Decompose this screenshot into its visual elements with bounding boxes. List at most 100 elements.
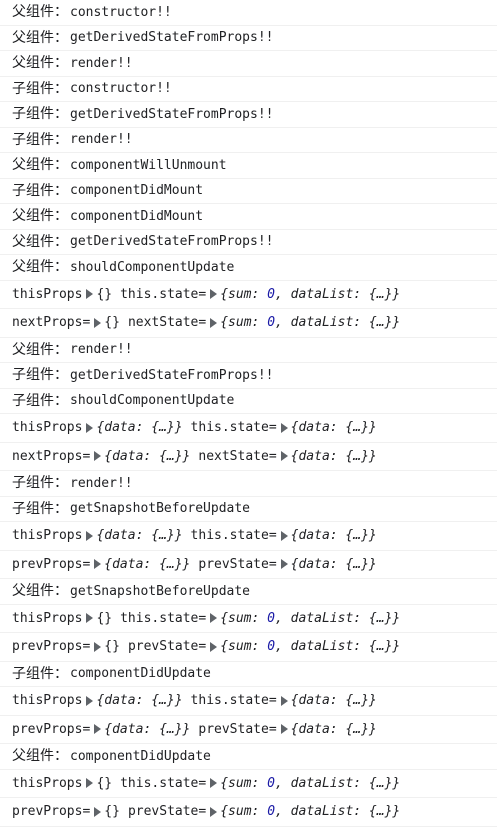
expand-triangle-icon[interactable] (280, 559, 288, 570)
log-message: getDerivedStateFromProps!! (70, 367, 274, 383)
object-preview[interactable]: {sum: 0, dataList: {…}} (220, 640, 400, 653)
console-log-line: 子组件： getDerivedStateFromProps!! (0, 363, 497, 389)
expand-triangle-icon[interactable] (280, 530, 288, 541)
expand-triangle-icon[interactable] (280, 422, 288, 433)
log-prefix: 父组件： (12, 748, 68, 765)
expand-triangle-icon[interactable] (94, 806, 102, 817)
log-prefix: 子组件： (12, 367, 68, 384)
console-log-line: 父组件： getDerivedStateFromProps!! (0, 230, 497, 255)
number-value: 0 (267, 286, 275, 302)
log-label: this.state= (120, 775, 207, 791)
log-label: prevState= (198, 556, 277, 572)
console-log-line: 子组件： render!! (0, 471, 497, 497)
object-preview[interactable]: {} (104, 640, 120, 653)
expand-triangle-icon[interactable] (94, 724, 102, 735)
object-preview[interactable]: {} (96, 612, 112, 625)
log-label: thisProps (12, 693, 83, 709)
log-label: prevProps= (12, 721, 91, 737)
object-preview[interactable]: {data: {…}} (291, 694, 377, 707)
log-label: prevState= (127, 639, 207, 655)
expand-triangle-icon[interactable] (210, 289, 218, 300)
object-preview[interactable]: {sum: 0, dataList: {…}} (220, 316, 400, 329)
log-message: render!! (70, 475, 133, 491)
expand-triangle-icon[interactable] (210, 778, 218, 789)
expand-triangle-icon[interactable] (94, 559, 102, 570)
console-log-line: 父组件： componentWillUnmount (0, 153, 497, 179)
console-log-line: 父组件： componentDidUpdate (0, 744, 497, 770)
log-label: prevProps= (12, 639, 91, 655)
object-preview[interactable]: {data: {…}} (104, 723, 190, 736)
object-preview[interactable]: {sum: 0, dataList: {…}} (220, 288, 400, 301)
object-preview[interactable]: {} (104, 805, 120, 818)
object-preview[interactable]: {data: {…}} (291, 558, 377, 571)
expand-triangle-icon[interactable] (86, 530, 94, 541)
log-prefix: 父组件： (12, 208, 68, 225)
log-label: prevState= (198, 721, 277, 737)
expand-triangle-icon[interactable] (86, 422, 94, 433)
expand-triangle-icon[interactable] (86, 613, 94, 624)
console-log-line: 父组件： getSnapshotBeforeUpdate (0, 579, 497, 605)
log-message: render!! (70, 342, 133, 358)
number-value: 0 (267, 315, 276, 331)
log-message: constructor!! (70, 81, 172, 97)
expand-triangle-icon[interactable] (94, 451, 102, 462)
expand-triangle-icon[interactable] (210, 317, 218, 328)
log-message: getSnapshotBeforeUpdate (70, 501, 251, 517)
log-prefix: 父组件： (12, 341, 68, 358)
console-log-line: 子组件： componentDidUpdate (0, 662, 497, 687)
object-preview[interactable]: {} (104, 316, 120, 329)
console-log-line: nextProps= {data: {…}} nextState= {data: {…… (0, 443, 497, 471)
console-log-line: 父组件： componentDidMount (0, 204, 497, 230)
object-preview[interactable]: {sum: 0, dataList: {…}} (220, 777, 400, 790)
object-preview[interactable]: {data: {…}} (96, 529, 182, 542)
number-value: 0 (267, 804, 276, 820)
log-label: thisProps (12, 528, 83, 544)
log-prefix: 子组件： (12, 500, 68, 517)
expand-triangle-icon[interactable] (280, 695, 288, 706)
console-log-line: prevProps= {} prevState= {sum: 0, dataList:… (0, 798, 497, 827)
console-log-line: prevProps= {data: {…}} prevState= {data: {…… (0, 551, 497, 579)
devtools-console: 父组件： constructor!! 父组件： getDerivedStateFrom… (0, 0, 497, 827)
number-value: 0 (267, 639, 276, 655)
object-preview[interactable]: {data: {…}} (291, 723, 377, 736)
object-preview[interactable]: {sum: 0, dataList: {…}} (220, 612, 400, 625)
expand-triangle-icon[interactable] (86, 695, 94, 706)
expand-triangle-icon[interactable] (86, 778, 94, 789)
console-log-line: 父组件： render!! (0, 51, 497, 77)
log-prefix: 子组件： (12, 131, 68, 148)
log-message: render!! (70, 55, 133, 71)
object-preview[interactable]: {data: {…}} (291, 450, 377, 463)
log-prefix: 父组件： (12, 233, 68, 250)
object-preview[interactable]: {data: {…}} (291, 421, 377, 434)
object-preview[interactable]: {} (96, 777, 112, 790)
object-preview[interactable]: {} (96, 288, 112, 301)
object-preview[interactable]: {data: {…}} (96, 421, 182, 434)
object-preview[interactable]: {data: {…}} (104, 558, 190, 571)
log-message: componentDidUpdate (70, 666, 211, 682)
log-message: getDerivedStateFromProps!! (70, 234, 274, 250)
console-log-line: thisProps {} this.state= {sum: 0, dataList:… (0, 281, 497, 309)
object-preview[interactable]: {data: {…}} (104, 450, 190, 463)
console-log-line: 父组件： render!! (0, 338, 497, 363)
expand-triangle-icon[interactable] (94, 641, 102, 652)
log-message: constructor!! (70, 4, 172, 20)
expand-triangle-icon[interactable] (94, 317, 102, 328)
expand-triangle-icon[interactable] (210, 641, 218, 652)
log-message: componentDidMount (70, 208, 204, 224)
expand-triangle-icon[interactable] (280, 451, 288, 462)
object-preview[interactable]: {sum: 0, dataList: {…}} (220, 805, 400, 818)
expand-triangle-icon[interactable] (210, 613, 218, 624)
log-label: nextState= (198, 448, 277, 464)
expand-triangle-icon[interactable] (280, 724, 288, 735)
console-log-line: thisProps {} this.state= {sum: 0, dataList:… (0, 605, 497, 633)
log-message: getDerivedStateFromProps!! (70, 30, 274, 46)
log-prefix: 父组件： (12, 4, 68, 21)
log-label: thisProps (12, 286, 83, 302)
console-log-line: 父组件： constructor!! (0, 0, 497, 26)
object-preview[interactable]: {data: {…}} (291, 529, 377, 542)
object-preview[interactable]: {data: {…}} (96, 694, 182, 707)
expand-triangle-icon[interactable] (210, 806, 218, 817)
expand-triangle-icon[interactable] (86, 289, 94, 300)
log-message: shouldComponentUpdate (70, 259, 235, 275)
log-message: componentDidUpdate (70, 748, 211, 764)
